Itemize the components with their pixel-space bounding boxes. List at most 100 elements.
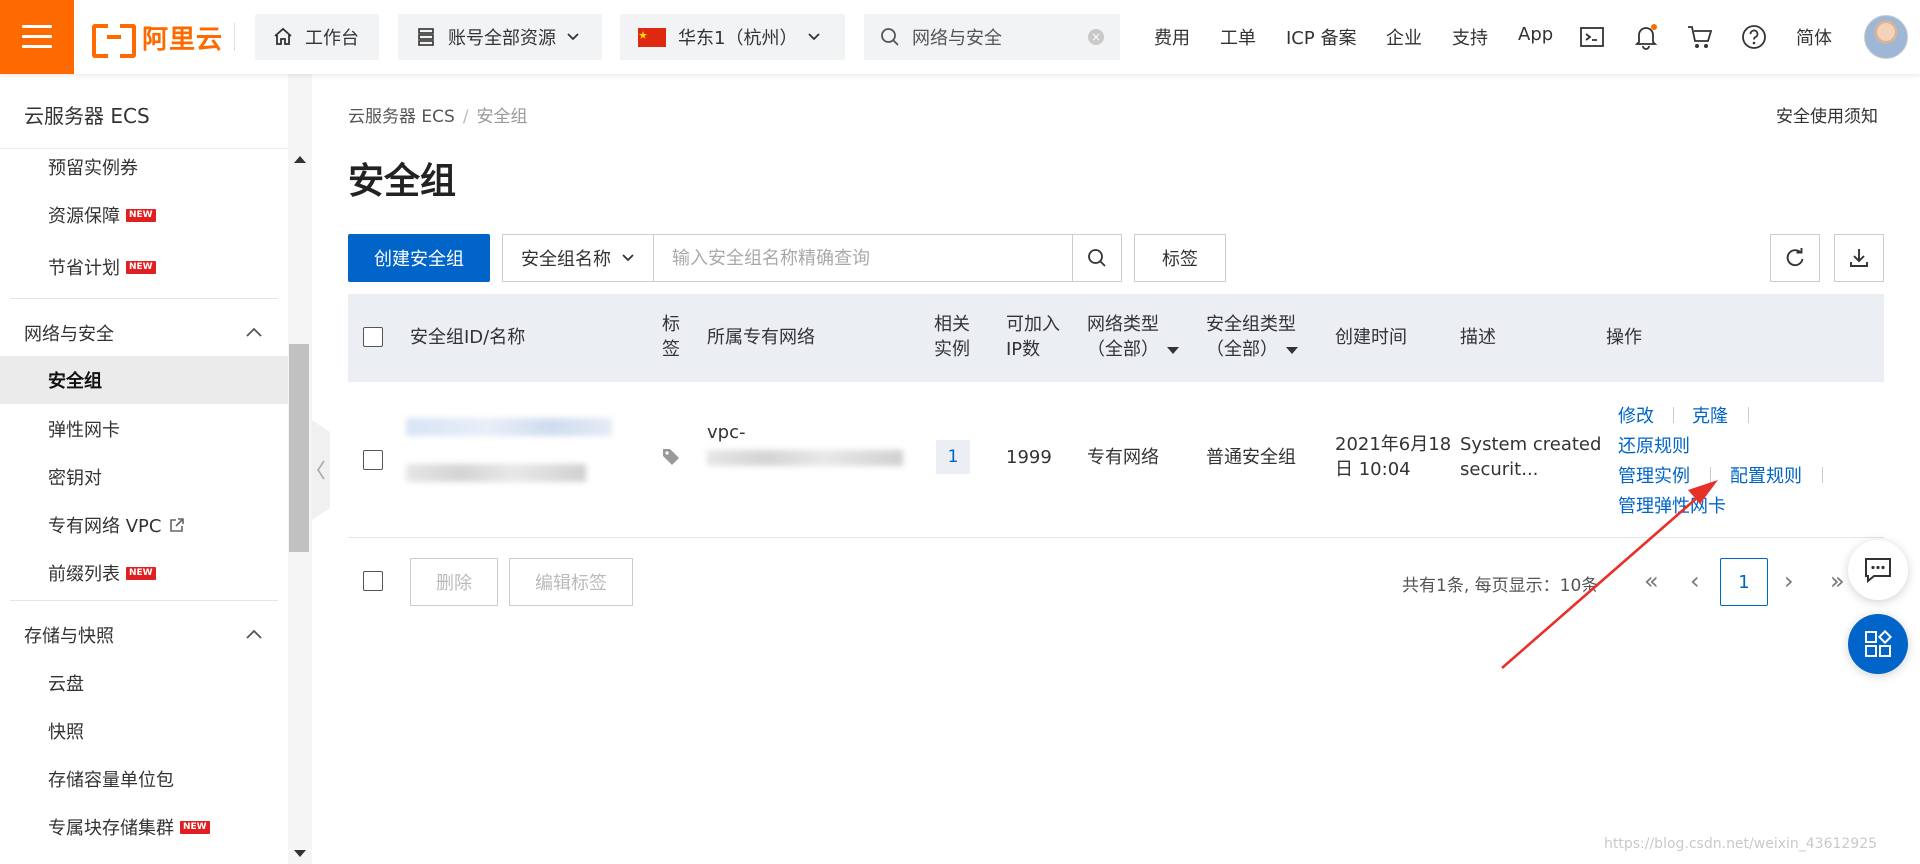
col-network-type[interactable]: 网络类型 （全部） xyxy=(1087,312,1179,362)
nav-icp[interactable]: ICP 备案 xyxy=(1286,24,1356,50)
edit-tags-button[interactable]: 编辑标签 xyxy=(509,558,633,606)
sidebar-item-prefix-list[interactable]: 前缀列表 NEW xyxy=(48,560,156,586)
new-badge: NEW xyxy=(180,820,210,834)
region-label: 华东1（杭州） xyxy=(678,28,798,49)
refresh-button[interactable] xyxy=(1770,234,1820,282)
sidebar-item-label: 弹性网卡 xyxy=(48,420,120,441)
chevron-up-icon[interactable] xyxy=(244,626,264,640)
related-instances-count[interactable]: 1 xyxy=(936,440,970,474)
ip-count: 1999 xyxy=(1006,447,1052,468)
next-page-button[interactable]: › xyxy=(1784,568,1794,594)
apps-icon xyxy=(1865,629,1893,657)
sidebar-item-reserved-instances[interactable]: 预留实例券 xyxy=(48,154,138,180)
sidebar-collapse-handle[interactable] xyxy=(312,420,330,520)
chevron-up-icon[interactable] xyxy=(244,324,264,338)
restore-rules-link[interactable]: 还原规则 xyxy=(1618,432,1690,458)
search-button[interactable] xyxy=(1072,234,1122,282)
network-type: 专有网络 xyxy=(1087,447,1159,468)
sidebar-item-label: 快照 xyxy=(48,722,84,743)
breadcrumb-root[interactable]: 云服务器 ECS xyxy=(348,107,455,127)
manage-eni-link[interactable]: 管理弹性网卡 xyxy=(1618,492,1726,518)
sidebar-scrollbar[interactable] xyxy=(288,74,312,864)
chat-button[interactable] xyxy=(1848,540,1908,600)
language-switch[interactable]: 简体 xyxy=(1796,24,1832,50)
brand-logo[interactable]: 阿里云 xyxy=(92,18,223,58)
scroll-up-icon[interactable] xyxy=(294,156,306,163)
configure-rules-link[interactable]: 配置规则 xyxy=(1730,462,1802,488)
new-badge: NEW xyxy=(126,260,156,274)
security-group-search-input[interactable] xyxy=(653,234,1073,282)
nav-support[interactable]: 支持 xyxy=(1452,24,1488,50)
home-icon xyxy=(273,27,293,47)
prev-page-button[interactable]: ‹ xyxy=(1690,568,1700,594)
nav-fees[interactable]: 费用 xyxy=(1154,24,1190,50)
filter-field-select[interactable]: 安全组名称 xyxy=(502,234,654,282)
scrollbar-thumb[interactable] xyxy=(289,344,309,552)
header-divider xyxy=(234,23,235,51)
vpc-prefix[interactable]: vpc- xyxy=(707,420,745,445)
tag-filter-button[interactable]: 标签 xyxy=(1134,234,1226,282)
current-page-button[interactable]: 1 xyxy=(1720,558,1768,606)
download-icon xyxy=(1850,249,1868,267)
scroll-down-icon[interactable] xyxy=(294,850,306,857)
sidebar-item-disk[interactable]: 云盘 xyxy=(48,670,84,696)
workbench-button[interactable]: 工作台 xyxy=(255,14,379,60)
clear-icon[interactable]: × xyxy=(1088,29,1104,45)
search-icon xyxy=(880,27,900,47)
sidebar-group-network-security[interactable]: 网络与安全 xyxy=(24,320,114,346)
global-search[interactable]: 网络与安全 × xyxy=(864,14,1120,60)
breadcrumb: 云服务器 ECS / 安全组 xyxy=(348,102,528,127)
menu-icon[interactable] xyxy=(0,0,74,74)
clone-link[interactable]: 克隆 xyxy=(1692,402,1728,428)
nav-tickets[interactable]: 工单 xyxy=(1220,24,1256,50)
sidebar-item-storage-capacity-unit[interactable]: 存储容量单位包 xyxy=(48,766,174,792)
terminal-icon[interactable] xyxy=(1578,23,1606,51)
security-notice-link[interactable]: 安全使用须知 xyxy=(1776,102,1878,127)
footer-select-all-checkbox[interactable] xyxy=(363,571,383,591)
last-page-button[interactable]: » xyxy=(1830,568,1845,594)
chevron-left-icon xyxy=(317,460,325,480)
table-header: 安全组ID/名称 标签 所属专有网络 相关 实例 可加入 IP数 网络类型 （全部） … xyxy=(348,294,1884,382)
sidebar-divider xyxy=(10,600,278,601)
redacted-security-group-name xyxy=(406,464,586,482)
region-select[interactable]: 华东1（杭州） xyxy=(620,14,845,60)
nav-app[interactable]: App xyxy=(1518,24,1553,45)
resource-scope-select[interactable]: 账号全部资源 xyxy=(398,14,602,60)
col-tag: 标签 xyxy=(662,314,680,360)
delete-button[interactable]: 删除 xyxy=(410,558,498,606)
sidebar-item-label: 资源保障 xyxy=(48,206,120,227)
sidebar-item-label: 专属块存储集群 xyxy=(48,818,174,839)
row-checkbox[interactable] xyxy=(363,450,383,470)
modify-link[interactable]: 修改 xyxy=(1618,402,1654,428)
sidebar-item-savings-plan[interactable]: 节省计划 NEW xyxy=(48,254,156,280)
first-page-button[interactable]: « xyxy=(1644,568,1659,594)
sidebar-item-resource-assurance[interactable]: 资源保障 NEW xyxy=(48,202,156,228)
cart-icon[interactable] xyxy=(1686,23,1714,51)
sidebar-divider xyxy=(10,298,278,299)
tag-icon[interactable] xyxy=(662,448,680,471)
sidebar-item-security-group[interactable]: 安全组 xyxy=(0,356,288,404)
sidebar-item-label: 存储容量单位包 xyxy=(48,770,174,791)
bell-icon[interactable] xyxy=(1632,23,1660,51)
sidebar-group-storage-snapshot[interactable]: 存储与快照 xyxy=(24,622,114,648)
search-icon xyxy=(1088,249,1106,267)
create-security-group-button[interactable]: 创建安全组 xyxy=(348,234,490,282)
sidebar-item-dedicated-block-storage[interactable]: 专属块存储集群 NEW xyxy=(48,814,210,840)
nav-enterprise[interactable]: 企业 xyxy=(1386,24,1422,50)
user-avatar[interactable] xyxy=(1864,15,1908,59)
sidebar-item-label: 专有网络 VPC xyxy=(48,516,162,537)
select-all-checkbox[interactable] xyxy=(363,327,383,347)
app-launcher-button[interactable] xyxy=(1848,614,1908,674)
col-security-group-type[interactable]: 安全组类型 （全部） xyxy=(1206,312,1298,362)
sidebar: 云服务器 ECS 预留实例券 资源保障 NEW 节省计划 NEW 网络与安全 安… xyxy=(0,74,312,864)
sidebar-item-eni[interactable]: 弹性网卡 xyxy=(48,416,120,442)
breadcrumb-separator: / xyxy=(462,107,469,127)
sidebar-item-keypair[interactable]: 密钥对 xyxy=(48,464,102,490)
manage-instances-link[interactable]: 管理实例 xyxy=(1618,462,1690,488)
redacted-vpc-id[interactable] xyxy=(707,450,903,466)
redacted-security-group-id[interactable] xyxy=(406,418,612,436)
help-icon[interactable] xyxy=(1740,23,1768,51)
sidebar-item-vpc[interactable]: 专有网络 VPC xyxy=(48,512,185,538)
sidebar-item-snapshot[interactable]: 快照 xyxy=(48,718,84,744)
export-button[interactable] xyxy=(1834,234,1884,282)
